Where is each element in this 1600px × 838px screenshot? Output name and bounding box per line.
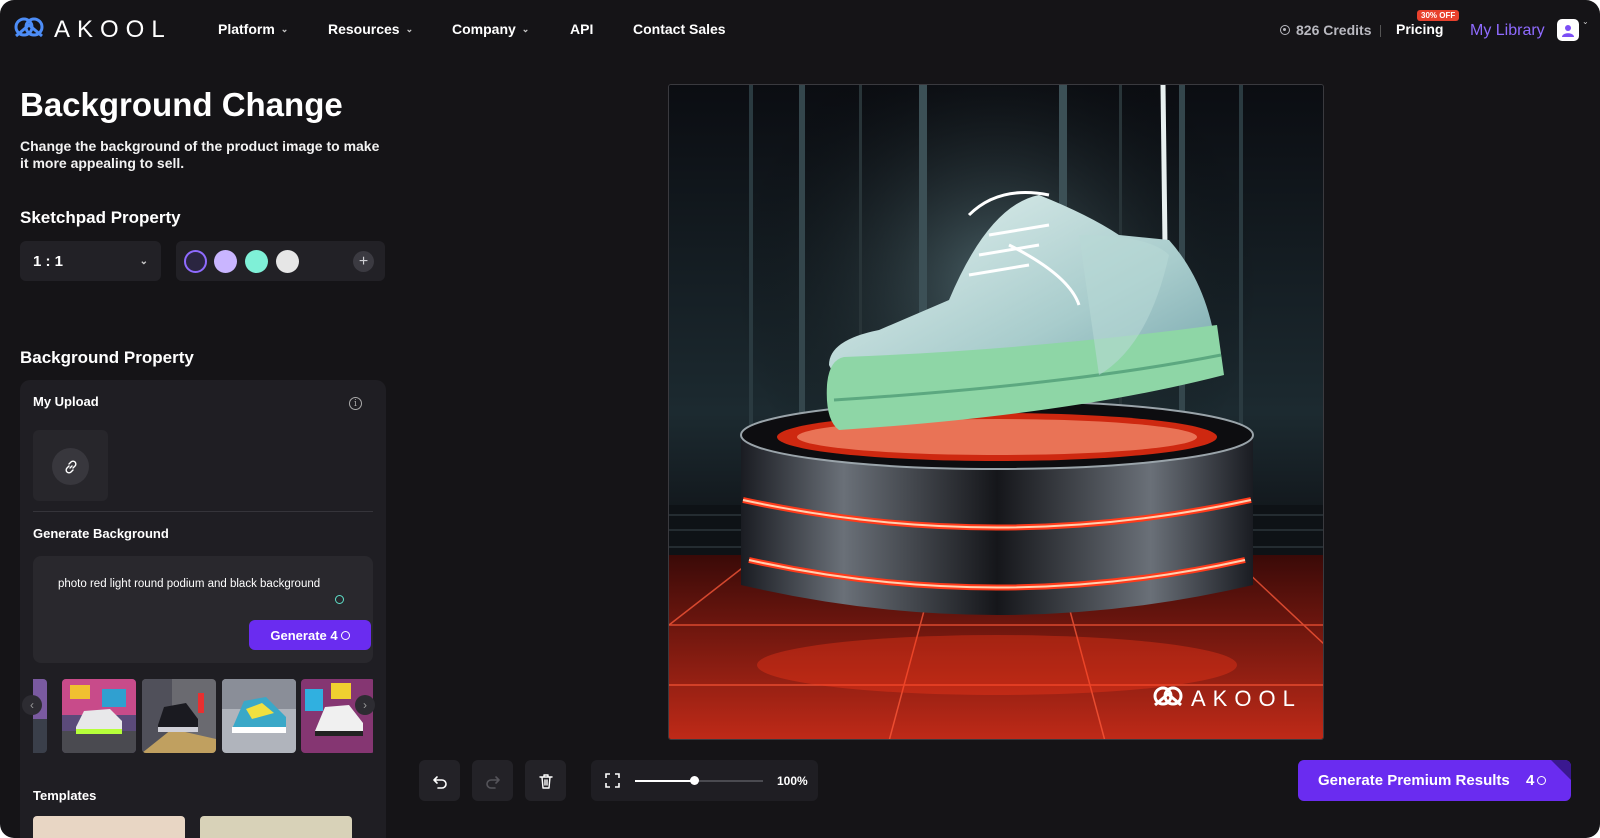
zoom-level: 100%	[777, 774, 808, 788]
nav-platform[interactable]: Platform ⌄	[218, 21, 288, 37]
redo-icon	[485, 775, 500, 789]
nav-divider	[1380, 25, 1381, 37]
swatch-light-gray[interactable]	[276, 250, 299, 273]
premium-cost: 4	[1526, 772, 1547, 789]
zoom-slider-handle[interactable]	[689, 776, 699, 785]
zoom-slider-fill	[635, 780, 694, 782]
thumbnail[interactable]	[301, 679, 373, 753]
thumbnail[interactable]	[62, 679, 136, 753]
background-card: My Upload i Generate Background photo re…	[20, 380, 386, 838]
add-color-button[interactable]: +	[353, 251, 374, 272]
template-thumbnail[interactable]	[200, 816, 352, 838]
my-upload-label: My Upload	[33, 394, 99, 409]
templates-label: Templates	[33, 788, 97, 803]
nav-contact-sales-label: Contact Sales	[633, 21, 726, 37]
redo-button[interactable]	[472, 760, 513, 801]
section-divider	[33, 511, 373, 512]
credits-display[interactable]: 826 Credits	[1280, 22, 1371, 38]
nav-company[interactable]: Company ⌄	[452, 21, 529, 37]
nav-resources-label: Resources	[328, 21, 400, 37]
avatar[interactable]	[1557, 19, 1579, 41]
coin-icon	[1537, 776, 1547, 785]
upload-button[interactable]	[52, 448, 89, 485]
user-icon	[1562, 25, 1574, 37]
info-icon[interactable]: i	[349, 397, 362, 410]
sneaker-image	[33, 679, 47, 753]
chevron-down-icon: ⌄	[405, 23, 414, 34]
zoom-slider[interactable]	[635, 776, 763, 785]
discount-badge: 30% OFF	[1417, 10, 1460, 21]
background-thumbnails	[33, 679, 373, 753]
aspect-ratio-value: 1 : 1	[33, 252, 64, 270]
coin-icon	[340, 630, 350, 640]
nav-platform-label: Platform	[218, 21, 275, 37]
product-image	[669, 85, 1323, 739]
sneaker-image	[222, 679, 296, 753]
image-canvas[interactable]: AKOOL	[668, 84, 1324, 740]
zoom-control: 100%	[591, 760, 818, 801]
app-window: AKOOL Platform ⌄ Resources ⌄ Company ⌄ API …	[0, 0, 1600, 838]
swatch-dark[interactable]	[184, 250, 207, 273]
watermark-text: AKOOL	[1191, 686, 1302, 711]
link-icon	[64, 459, 77, 474]
thumbnail[interactable]	[33, 679, 47, 753]
nav-resources[interactable]: Resources ⌄	[328, 21, 413, 37]
generate-background-label: Generate Background	[33, 526, 169, 541]
carousel-prev-button[interactable]: ‹	[22, 695, 42, 715]
sneaker-image	[62, 679, 136, 753]
logo-mark-icon	[14, 17, 44, 38]
premium-cost-value: 4	[1526, 772, 1535, 789]
prompt-text: photo red light round podium and black b…	[58, 578, 321, 590]
page-title: Background Change	[20, 86, 343, 123]
delete-button[interactable]	[525, 760, 566, 801]
undo-button[interactable]	[419, 760, 460, 801]
background-heading: Background Property	[20, 348, 194, 367]
nav-api[interactable]: API	[570, 21, 593, 37]
thumbnail[interactable]	[142, 679, 216, 753]
trash-icon	[538, 773, 553, 789]
template-thumbnail[interactable]	[33, 816, 185, 838]
grammar-dot-icon	[335, 595, 344, 604]
swatch-lavender[interactable]	[214, 250, 237, 273]
credits-count: 826 Credits	[1296, 22, 1372, 38]
sketchpad-heading: Sketchpad Property	[20, 208, 181, 227]
nav-company-label: Company	[452, 21, 516, 37]
nav-contact-sales[interactable]: Contact Sales	[633, 21, 726, 37]
top-nav: AKOOL Platform ⌄ Resources ⌄ Company ⌄ API …	[0, 0, 1600, 60]
sneaker-image	[301, 679, 373, 753]
chevron-down-icon: ⌄	[521, 23, 530, 34]
color-swatch-row: +	[176, 241, 385, 281]
chevron-down-icon[interactable]: ⌄	[1582, 17, 1589, 26]
prompt-textarea[interactable]: photo red light round podium and black b…	[33, 556, 373, 663]
canvas-watermark: AKOOL	[1151, 685, 1302, 713]
aspect-ratio-select[interactable]: 1 : 1 ⌄	[20, 241, 161, 281]
undo-icon	[432, 775, 447, 789]
nav-api-label: API	[570, 21, 594, 37]
chevron-down-icon: ⌄	[139, 255, 148, 267]
premium-button-label: Generate Premium Results	[1318, 772, 1510, 789]
sneaker-image	[142, 679, 216, 753]
carousel-next-button[interactable]: ›	[355, 695, 375, 715]
generate-button[interactable]: Generate 4	[249, 620, 371, 650]
logo-wordmark: AKOOL	[54, 16, 172, 43]
swatch-mint[interactable]	[245, 250, 268, 273]
page-subtitle: Change the background of the product ima…	[20, 138, 380, 171]
pricing-link[interactable]: Pricing	[1396, 21, 1443, 37]
watermark-logo-icon	[1153, 686, 1183, 707]
my-library-link[interactable]: My Library	[1470, 22, 1545, 40]
chevron-down-icon: ⌄	[280, 23, 289, 34]
akool-logo[interactable]: AKOOL	[12, 14, 172, 46]
thumbnail[interactable]	[222, 679, 296, 753]
generate-button-label: Generate 4	[270, 627, 338, 643]
generate-premium-button[interactable]: Generate Premium Results 4	[1298, 760, 1571, 801]
coin-icon	[1280, 25, 1290, 35]
upload-dropzone[interactable]	[33, 430, 108, 501]
fit-screen-icon[interactable]	[605, 773, 620, 788]
premium-corner-decoration	[1551, 760, 1571, 780]
